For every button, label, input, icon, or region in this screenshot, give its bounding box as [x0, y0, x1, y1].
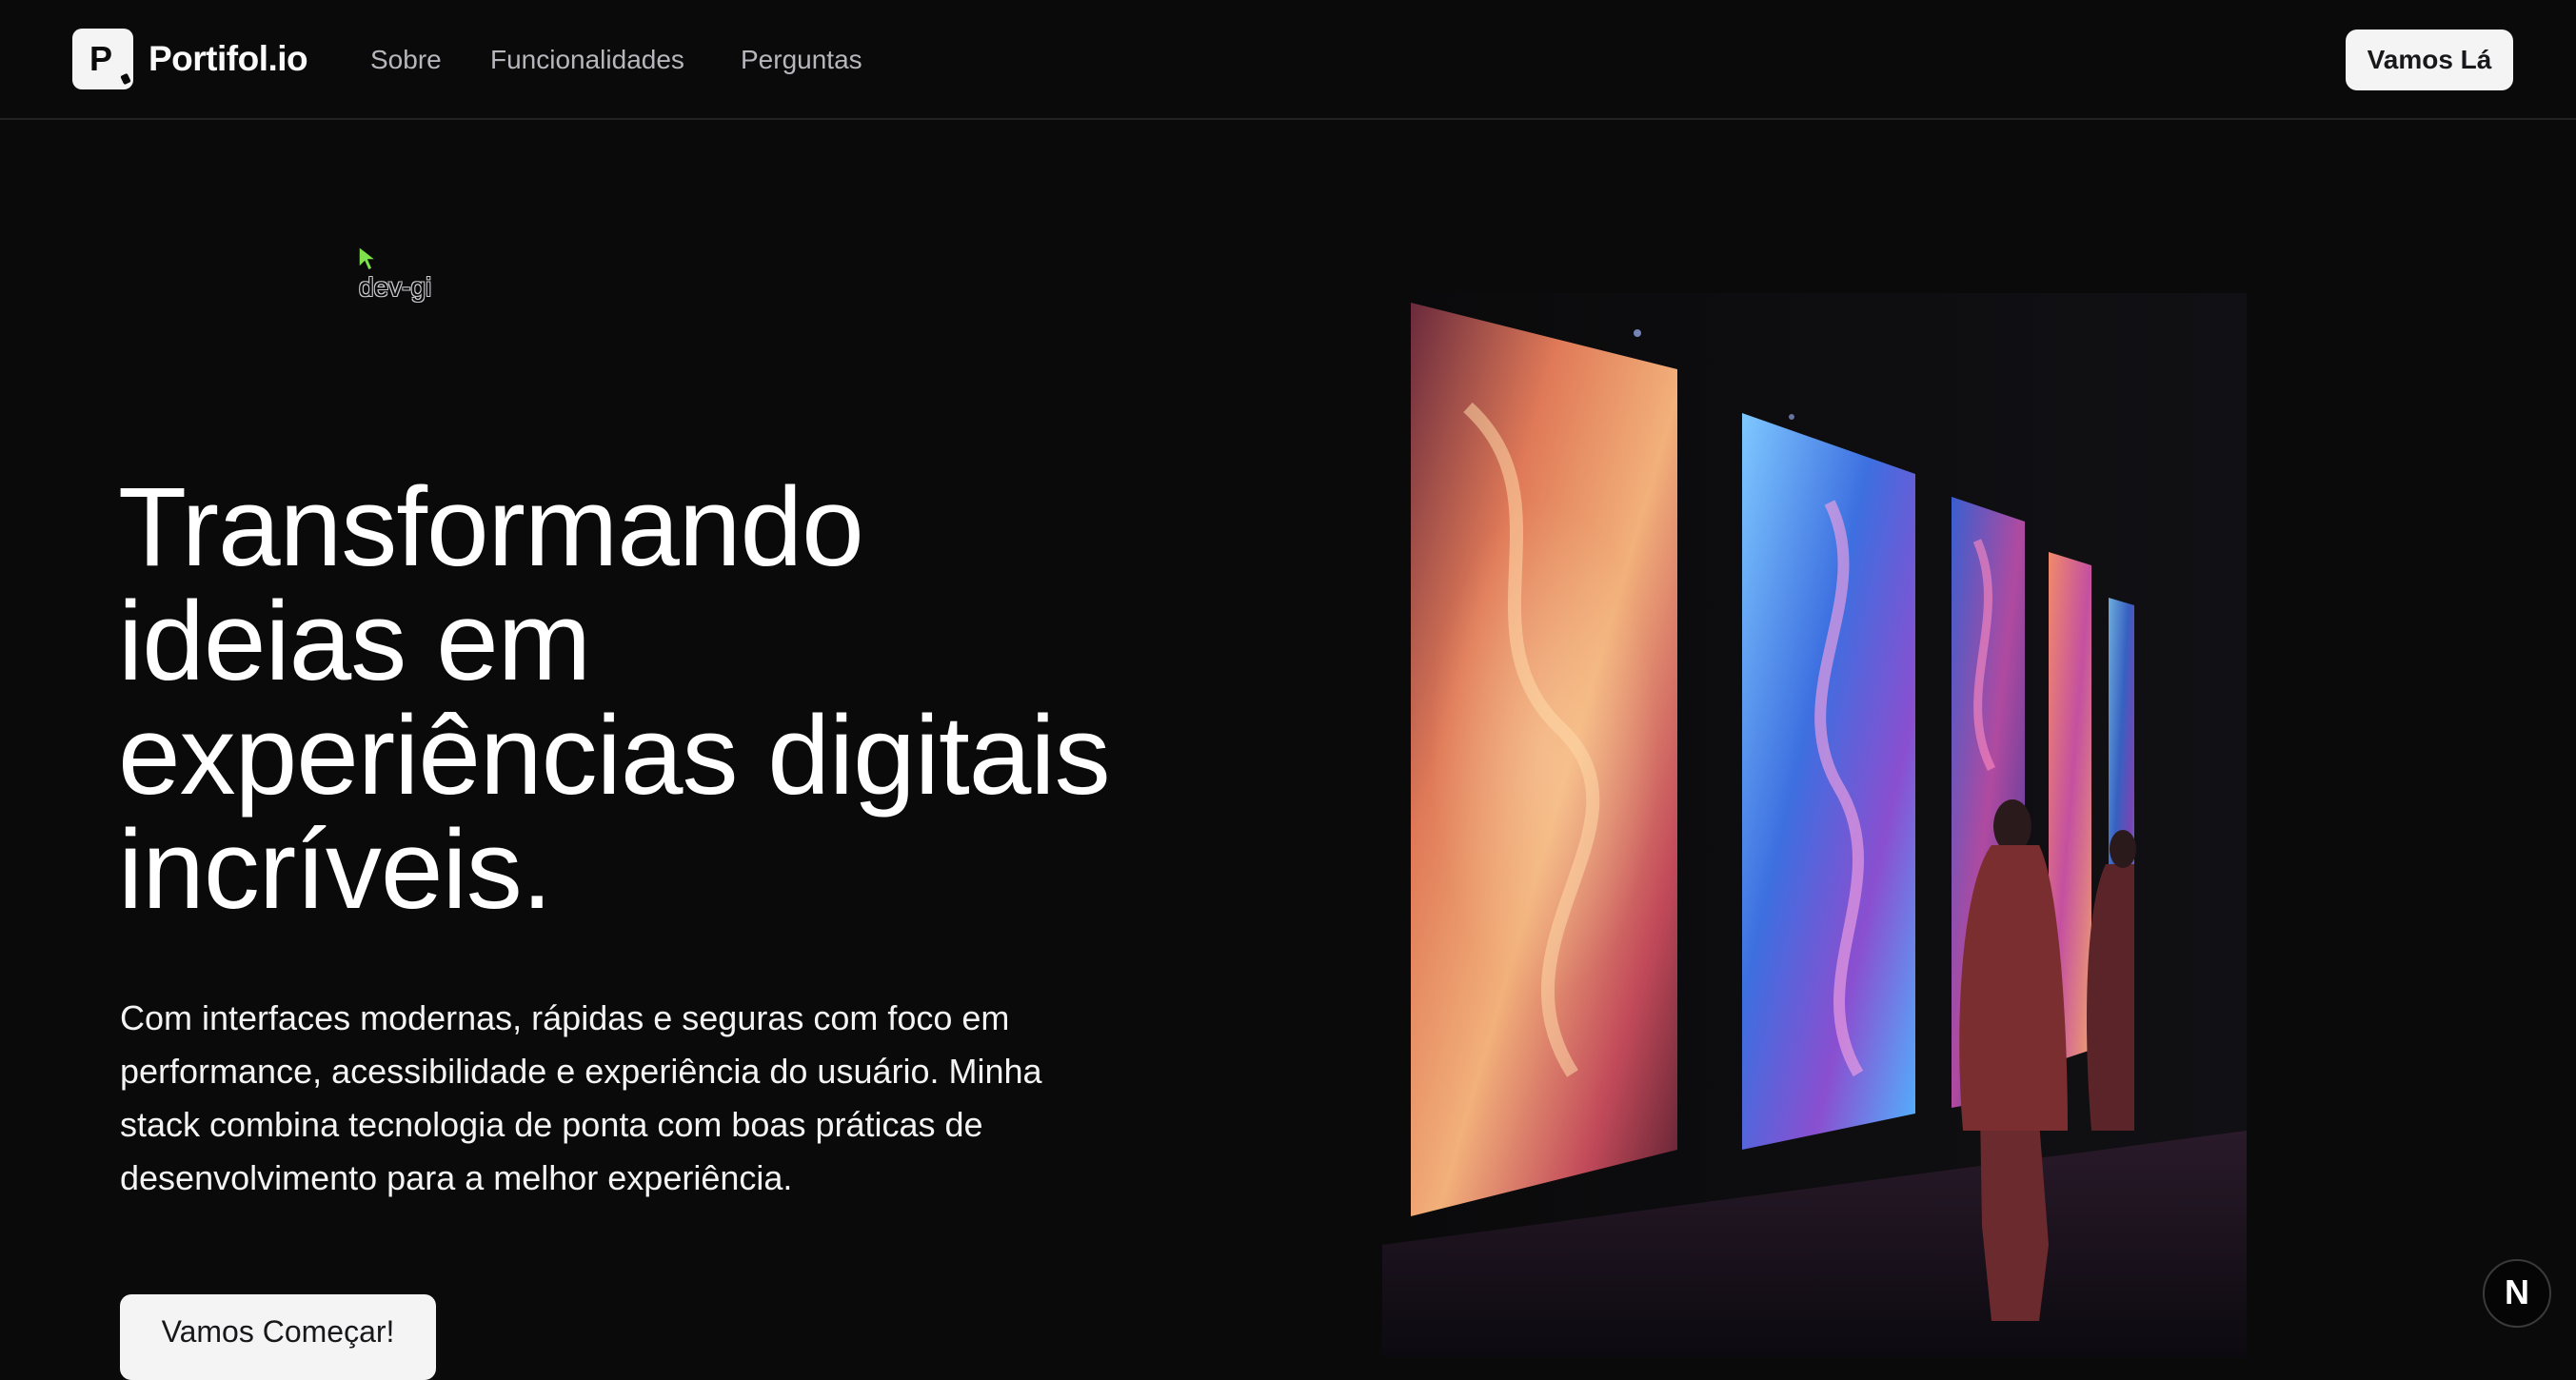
collaborator-cursor-icon	[358, 246, 379, 272]
logo-cursor-mark	[120, 72, 131, 86]
nav-link-funcionalidades[interactable]: Funcionalidades	[490, 44, 684, 76]
hero-description: Com interfaces modernas, rápidas e segur…	[120, 998, 1042, 1197]
logo-icon[interactable]: P	[72, 29, 133, 89]
top-navbar: P Portifol.io Sobre Funcionalidades Perg…	[0, 0, 2576, 120]
nav-link-perguntas[interactable]: Perguntas	[741, 44, 862, 76]
vamos-la-button[interactable]: Vamos Lá	[2346, 30, 2513, 90]
hero-headline: Transformando ideias em experiências dig…	[118, 464, 1111, 933]
collaborator-cursor-label: dev-gi	[359, 272, 432, 302]
dragon-art-gallery-image	[1382, 293, 2247, 1357]
brand-name[interactable]: Portifol.io	[149, 38, 308, 80]
nav-link-sobre[interactable]: Sobre	[370, 44, 442, 76]
next-dev-indicator-icon[interactable]: N	[2483, 1259, 2551, 1328]
vamos-comecar-button[interactable]: Vamos Começar!	[120, 1294, 436, 1380]
logo-letter: P	[89, 39, 113, 78]
